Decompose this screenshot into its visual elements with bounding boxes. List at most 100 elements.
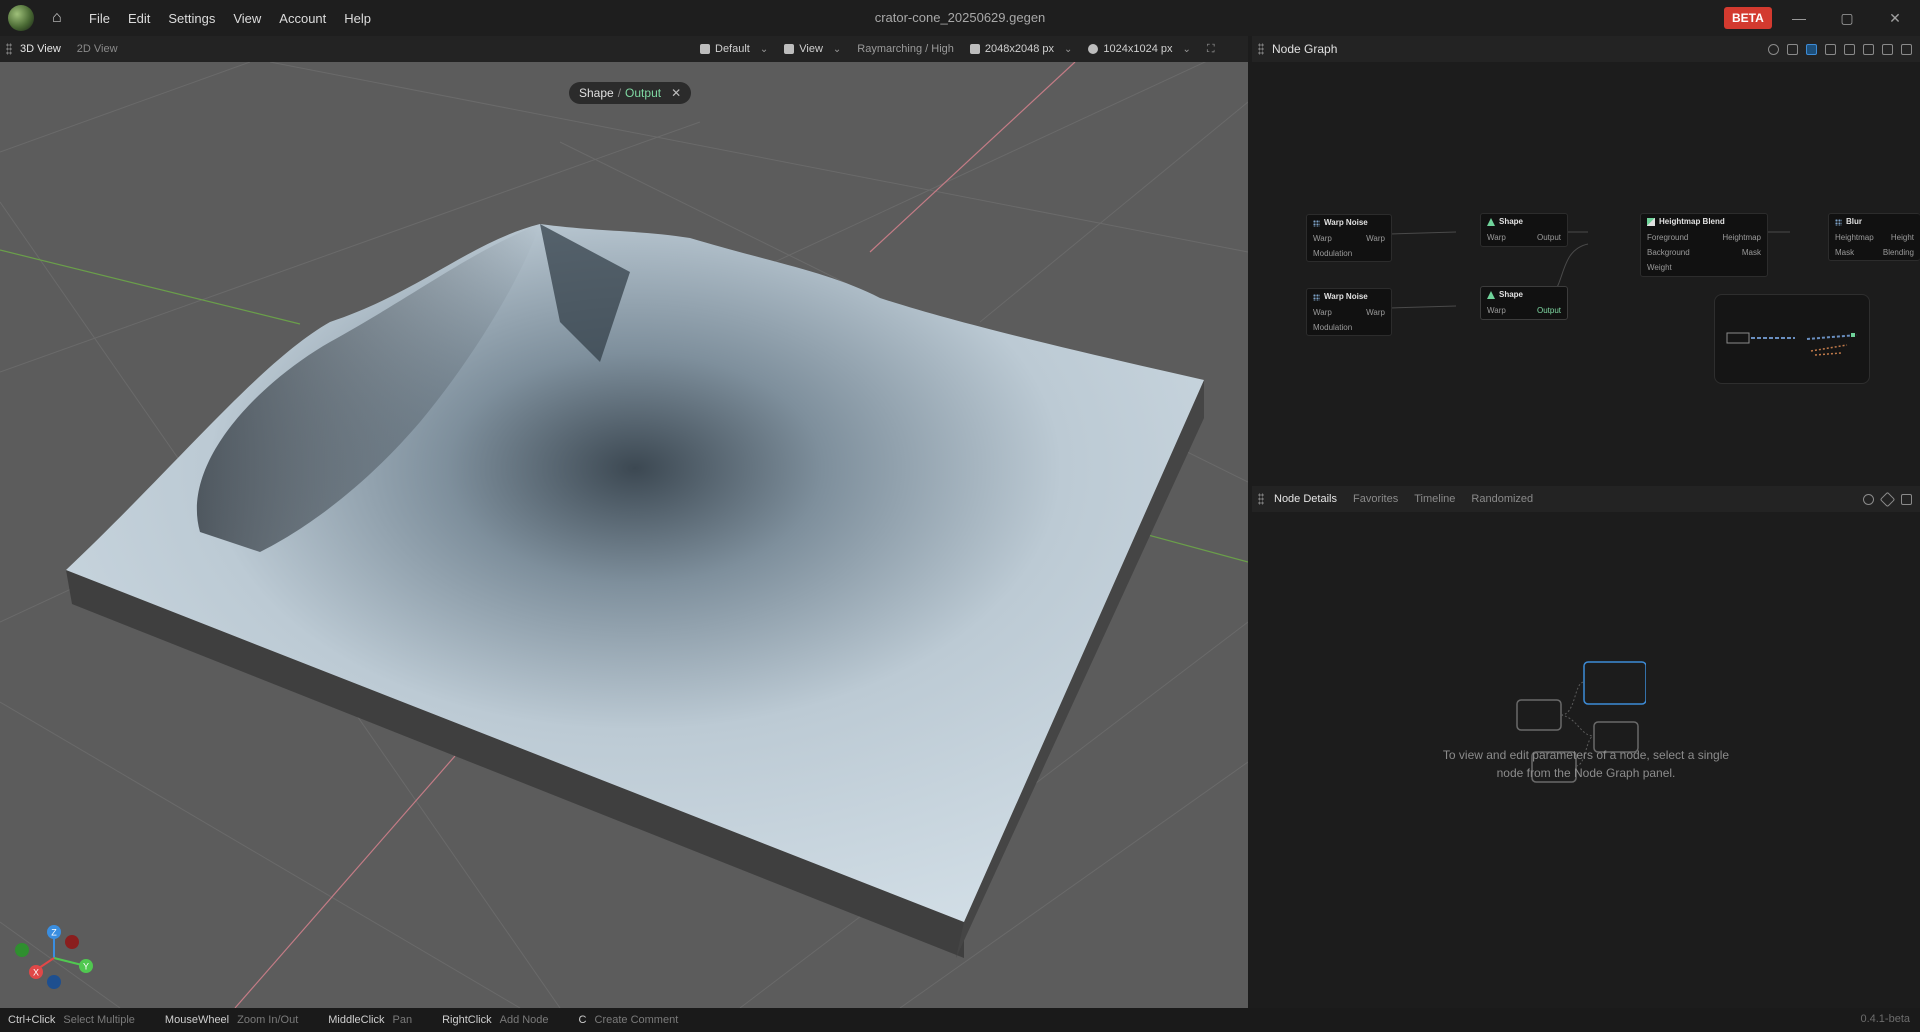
version-label: 0.4.1-beta bbox=[1860, 1013, 1910, 1025]
search-icon[interactable] bbox=[1863, 493, 1874, 505]
port-in[interactable]: Weight bbox=[1647, 260, 1672, 275]
3d-viewport[interactable]: Shape / Output ✕ Z Y X bbox=[0, 62, 1248, 1008]
breadcrumb-separator: / bbox=[617, 86, 622, 100]
close-button[interactable]: ✕ bbox=[1872, 0, 1918, 36]
gizmo-x-label: X bbox=[33, 968, 39, 978]
node-blur[interactable]: Blur Heightmap Height Mask Blending bbox=[1828, 213, 1920, 261]
node-heightmap-blend[interactable]: Heightmap Blend Foreground Heightmap Back… bbox=[1640, 213, 1768, 277]
fit-view-icon[interactable] bbox=[1863, 43, 1874, 55]
maximize-button[interactable]: ▢ bbox=[1824, 0, 1870, 36]
title-bar: ⌂ File Edit Settings View Account Help c… bbox=[0, 0, 1920, 36]
resolution-button[interactable]: 2048x2048 px ⌄ bbox=[969, 43, 1083, 55]
menu-settings[interactable]: Settings bbox=[159, 11, 224, 26]
hint-key: MouseWheel bbox=[164, 1014, 230, 1026]
port-out[interactable]: Heightmap bbox=[1722, 230, 1761, 245]
port-out[interactable]: Warp bbox=[1366, 305, 1385, 320]
menu-account[interactable]: Account bbox=[270, 11, 335, 26]
x-axis-line bbox=[869, 62, 1076, 253]
port-out[interactable]: Output bbox=[1537, 230, 1561, 245]
node-graph-panel: Node Graph Warp Noise WarpWarp Modulati bbox=[1252, 36, 1920, 482]
chevron-down-icon: ⌄ bbox=[759, 43, 769, 55]
fullscreen-icon[interactable]: ⛶ bbox=[1207, 43, 1215, 56]
menu-bar: File Edit Settings View Account Help bbox=[80, 11, 380, 26]
port-in[interactable]: Background bbox=[1647, 245, 1690, 260]
gizmo-z-label: Z bbox=[51, 928, 57, 938]
port-out[interactable]: Warp bbox=[1366, 231, 1385, 246]
port-in[interactable]: Warp bbox=[1313, 231, 1332, 246]
status-bar: Ctrl+Click Select Multiple MouseWheel Zoom… bbox=[0, 1008, 1920, 1032]
app-logo bbox=[8, 5, 34, 31]
port-in[interactable]: Heightmap bbox=[1835, 230, 1874, 245]
diamond-icon[interactable] bbox=[1879, 491, 1896, 507]
viewport-toolbar: Default ⌄ View ⌄ Raymarching / High 2048… bbox=[700, 36, 1215, 62]
port-in[interactable]: Warp bbox=[1313, 305, 1332, 320]
port-in[interactable]: Mask bbox=[1835, 245, 1854, 260]
gizmo-neg-z[interactable] bbox=[47, 975, 61, 989]
port-in[interactable]: Warp bbox=[1487, 230, 1506, 245]
group-icon[interactable] bbox=[1825, 43, 1836, 55]
node-graph-toolbar bbox=[1768, 36, 1912, 62]
node-warp-noise-1[interactable]: Warp Noise Warp Warp Modulation bbox=[1306, 214, 1392, 262]
camera-preset-icon bbox=[700, 44, 710, 54]
port-in[interactable]: Foreground bbox=[1647, 230, 1688, 245]
menu-file[interactable]: File bbox=[80, 11, 119, 26]
tab-2d-view[interactable]: 2D View bbox=[69, 43, 126, 55]
tab-randomized[interactable]: Randomized bbox=[1463, 493, 1541, 505]
node-graph-title: Node Graph bbox=[1272, 42, 1338, 56]
fullscreen-icon[interactable] bbox=[1901, 43, 1912, 55]
node-details-panel: Node Details Favorites Timeline Randomiz… bbox=[1252, 486, 1920, 1008]
port-out[interactable]: Blending bbox=[1883, 245, 1914, 260]
empty-state-line-2: node from the Node Graph panel. bbox=[1496, 766, 1676, 780]
port-in[interactable]: Modulation bbox=[1313, 320, 1352, 335]
gizmo-neg-x[interactable] bbox=[65, 935, 79, 949]
noise-icon bbox=[1313, 219, 1320, 227]
close-icon[interactable]: ✕ bbox=[671, 82, 681, 104]
menu-edit[interactable]: Edit bbox=[119, 11, 159, 26]
camera-preset-dropdown[interactable]: Default ⌄ bbox=[700, 43, 778, 55]
hint-select-multiple: Ctrl+Click Select Multiple bbox=[8, 1014, 135, 1026]
gizmo-neg-y[interactable] bbox=[15, 943, 29, 957]
tab-timeline[interactable]: Timeline bbox=[1406, 493, 1463, 505]
drag-handle-icon[interactable] bbox=[1258, 43, 1264, 55]
chevron-down-icon: ⌄ bbox=[1182, 43, 1191, 55]
node-graph-minimap[interactable] bbox=[1714, 294, 1870, 384]
render-mode-button[interactable]: Raymarching / High bbox=[857, 43, 954, 55]
tab-3d-view[interactable]: 3D View bbox=[12, 43, 69, 55]
collapse-icon[interactable] bbox=[1844, 43, 1855, 55]
minimap-preview bbox=[1726, 332, 1858, 356]
port-in[interactable]: Modulation bbox=[1313, 246, 1352, 261]
empty-state-message: To view and edit parameters of a node, s… bbox=[1252, 746, 1920, 782]
frame-icon[interactable] bbox=[1882, 43, 1893, 55]
home-icon[interactable]: ⌂ bbox=[52, 10, 66, 26]
minimize-button[interactable]: — bbox=[1776, 0, 1822, 36]
hint-action: Create Comment bbox=[594, 1014, 679, 1026]
preview-resolution-dropdown[interactable]: 1024x1024 px ⌄ bbox=[1088, 43, 1201, 55]
tab-favorites[interactable]: Favorites bbox=[1345, 493, 1406, 505]
view-label: View bbox=[799, 43, 823, 55]
viewport-panel: 3D View 2D View Default ⌄ View ⌄ Raymarc… bbox=[0, 36, 1248, 1008]
axis-gizmo[interactable]: Z Y X bbox=[8, 920, 98, 996]
y-axis-line bbox=[0, 249, 301, 325]
port-out-active[interactable]: Output bbox=[1537, 303, 1561, 318]
layout-icon[interactable] bbox=[1806, 43, 1817, 55]
node-warp-noise-2[interactable]: Warp Noise Warp Warp Modulation bbox=[1306, 288, 1392, 336]
menu-help[interactable]: Help bbox=[335, 11, 380, 26]
port-out[interactable]: Mask bbox=[1742, 245, 1761, 260]
fullscreen-icon[interactable] bbox=[1901, 493, 1912, 505]
hint-action: Select Multiple bbox=[63, 1014, 135, 1026]
blend-icon bbox=[1647, 218, 1655, 226]
node-shape-2[interactable]: Shape Warp Output bbox=[1480, 286, 1568, 320]
node-title: Warp Noise bbox=[1324, 218, 1368, 227]
list-icon[interactable] bbox=[1787, 43, 1798, 55]
port-out[interactable]: Height bbox=[1891, 230, 1914, 245]
search-icon[interactable] bbox=[1768, 43, 1779, 55]
drag-handle-icon[interactable] bbox=[1258, 493, 1264, 505]
port-in[interactable]: Warp bbox=[1487, 303, 1506, 318]
tab-node-details[interactable]: Node Details bbox=[1266, 493, 1345, 505]
hint-add-node: RightClick Add Node bbox=[442, 1014, 548, 1026]
menu-view[interactable]: View bbox=[224, 11, 270, 26]
node-details-tabbar: Node Details Favorites Timeline Randomiz… bbox=[1252, 486, 1920, 512]
node-shape-1[interactable]: Shape Warp Output bbox=[1480, 213, 1568, 247]
view-dropdown[interactable]: View ⌄ bbox=[784, 43, 851, 55]
output-breadcrumb: Shape / Output ✕ bbox=[569, 82, 692, 104]
